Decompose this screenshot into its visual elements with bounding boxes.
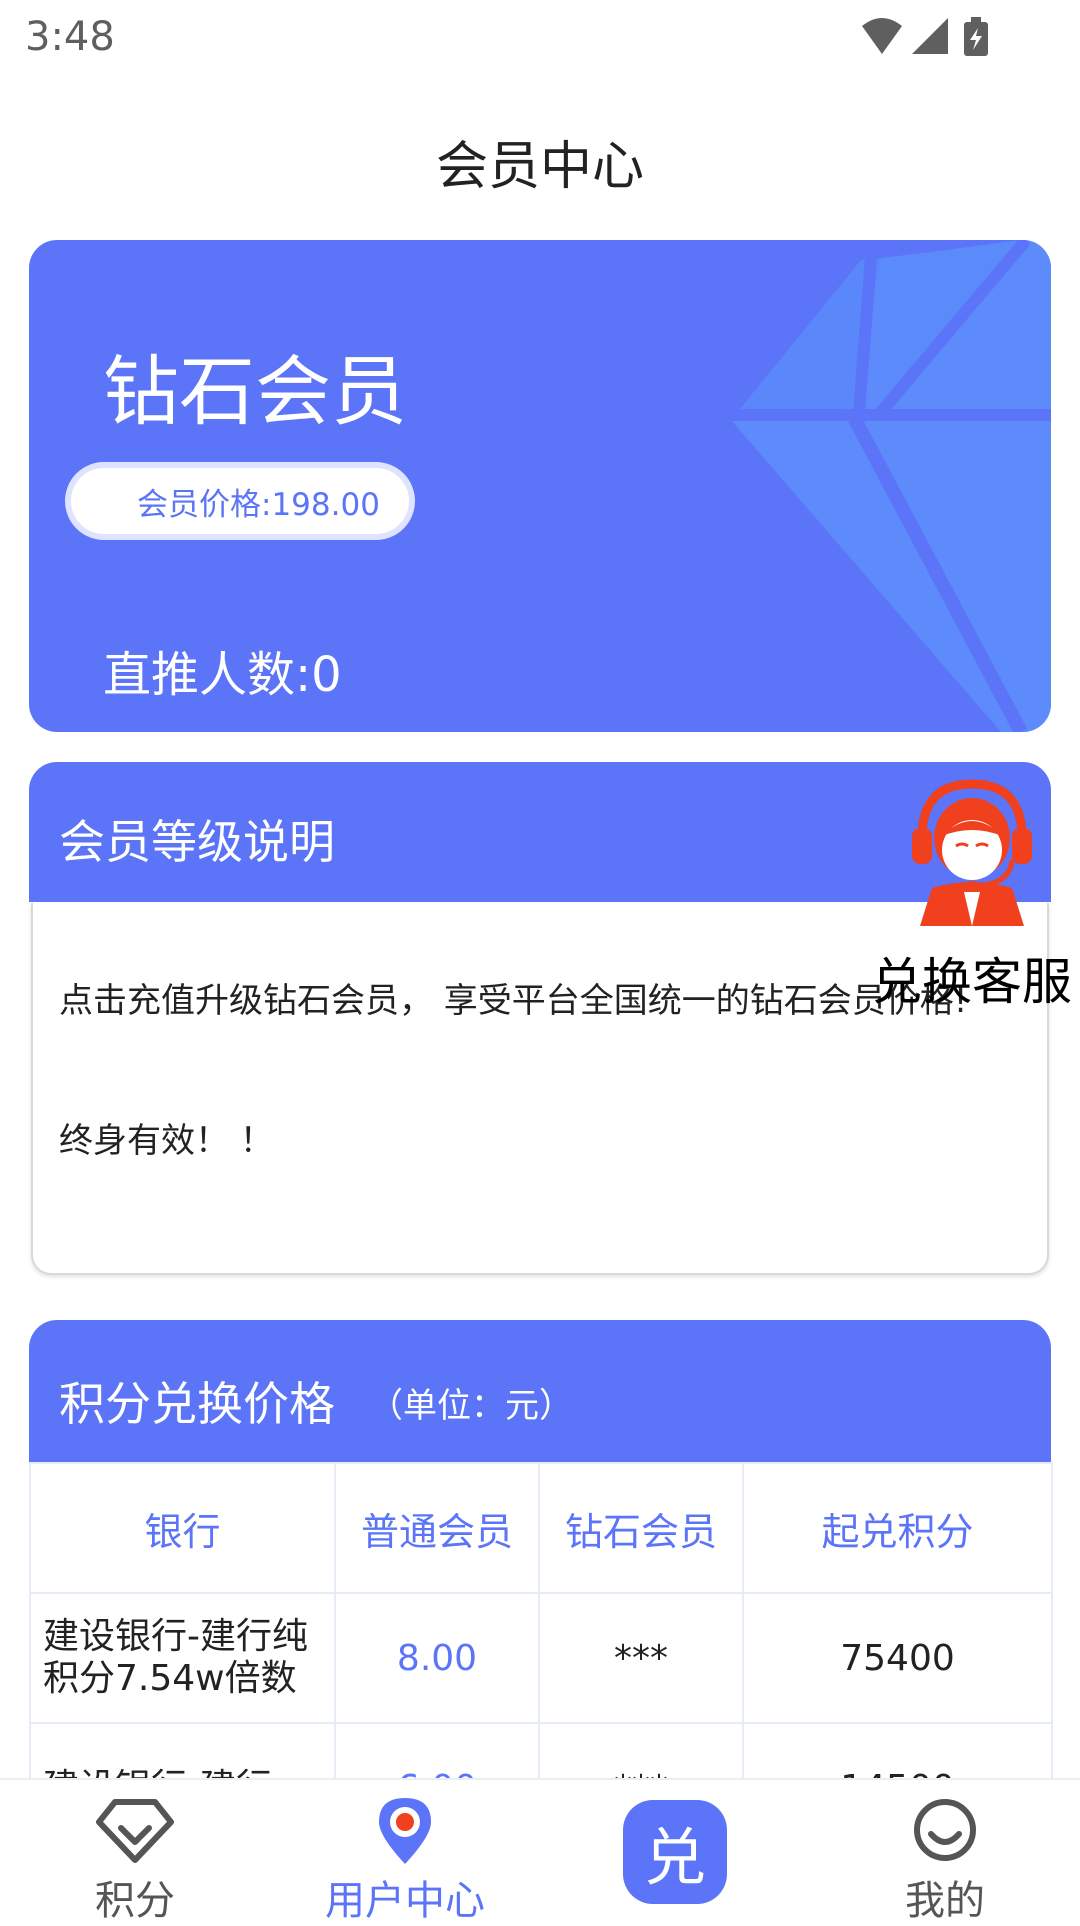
- diamond-icon: [731, 240, 1051, 732]
- nav-label-points: 积分: [95, 1878, 175, 1924]
- profile-icon: [914, 1799, 976, 1861]
- member-price-badge: 会员价格:198.00: [65, 462, 415, 540]
- column-header-min-points: 起兑积分: [742, 1462, 1053, 1594]
- page-title: 会员中心: [435, 137, 644, 197]
- column-header-diamond-member: 钻石会员: [538, 1462, 744, 1594]
- customer-service-icon[interactable]: [912, 776, 1032, 926]
- table-header-row: 银行 普通会员 钻石会员 起兑积分: [29, 1462, 1053, 1594]
- referral-count: 直推人数:0: [103, 647, 342, 703]
- column-header-normal-member: 普通会员: [334, 1462, 540, 1594]
- diamond-member-price: ***: [538, 1592, 744, 1724]
- nav-label-mine: 我的: [905, 1878, 985, 1924]
- wifi-icon: [862, 18, 902, 54]
- status-time: 3:48: [25, 14, 115, 60]
- location-pin-icon: [379, 1798, 431, 1864]
- nav-item-mine[interactable]: 我的: [845, 1780, 1045, 1924]
- nav-label-user-center: 用户中心: [325, 1878, 485, 1924]
- bank-name: 建设银行-建行纯积分7.54w倍数: [29, 1592, 336, 1724]
- diamond-icon: [96, 1799, 174, 1863]
- member-level-name: 钻石会员: [103, 347, 407, 436]
- signal-icon: [912, 18, 948, 54]
- points-exchange-unit: （单位：元）: [369, 1386, 573, 1426]
- nav-item-points[interactable]: 积分: [35, 1780, 235, 1924]
- points-exchange-header: 积分兑换价格 （单位：元）: [29, 1320, 1051, 1462]
- normal-member-price: 8.00: [334, 1592, 540, 1724]
- level-description-header: 会员等级说明: [29, 762, 1051, 902]
- nav-item-exchange[interactable]: 兑: [575, 1780, 775, 1922]
- description-validity: 终身有效！ ！: [59, 1121, 274, 1161]
- level-description-title: 会员等级说明: [59, 815, 335, 869]
- table-row[interactable]: 建设银行-建行纯积分7.54w倍数 8.00 *** 75400: [29, 1592, 1053, 1724]
- column-header-bank: 银行: [29, 1462, 336, 1594]
- points-exchange-title: 积分兑换价格: [59, 1377, 335, 1431]
- exchange-icon: 兑: [623, 1800, 727, 1904]
- customer-service-label[interactable]: 兑换客服: [872, 942, 1072, 1014]
- nav-item-user-center[interactable]: 用户中心: [305, 1780, 505, 1924]
- bottom-nav: 积分 用户中心 兑 我的: [0, 1778, 1080, 1924]
- min-exchange-points: 75400: [742, 1592, 1053, 1724]
- status-icons: [862, 17, 988, 56]
- battery-charging-icon: [964, 17, 988, 56]
- member-card: 钻石会员 会员价格:198.00 直推人数:0: [29, 240, 1051, 732]
